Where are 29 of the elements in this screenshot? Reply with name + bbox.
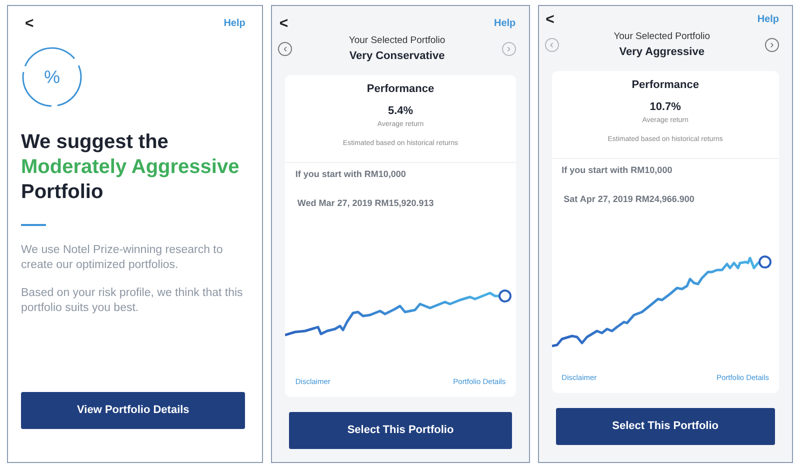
previous-button[interactable]: ‹ (278, 42, 292, 56)
start-amount-text: If you start with RM10,000 (560, 164, 674, 177)
back-button[interactable]: < (275, 16, 292, 30)
percent-badge: % (21, 46, 83, 108)
subtitle-text: Your Selected Portfolio (348, 34, 446, 48)
help-link[interactable]: Help (224, 16, 246, 30)
back-button[interactable]: < (542, 12, 558, 26)
performance-title: Performance (630, 78, 700, 93)
heading-text: Moderately Aggressive (21, 155, 240, 180)
body-text: We use Notel Prize-winning research to create our optimized portfolios. (21, 243, 224, 273)
next-button[interactable]: › (765, 38, 779, 52)
help-link[interactable]: Help (494, 16, 516, 30)
heading-text: Portfolio (21, 180, 104, 205)
heading-text: We suggest the (21, 130, 170, 155)
return-value: 10.7% (648, 100, 682, 116)
body-text: Based on your risk profile, we think that this portfolio suits you best. (21, 286, 244, 316)
performance-title: Performance (366, 82, 436, 97)
return-value: 5.4% (386, 104, 414, 120)
select-portfolio-button[interactable]: Select This Portfolio (556, 408, 775, 445)
portfolio-name: Very Conservative (348, 49, 446, 64)
select-portfolio-button[interactable]: Select This Portfolio (289, 412, 512, 449)
back-button[interactable]: < (21, 16, 38, 30)
help-link[interactable]: Help (757, 12, 779, 26)
portfolio-name: Very Aggressive (618, 45, 706, 60)
subtitle-text: Your Selected Portfolio (614, 30, 710, 44)
view-details-button[interactable]: View Portfolio Details (21, 392, 246, 429)
value-reading: Sat Apr 27, 2019 RM24,966.900 (562, 193, 696, 206)
start-amount-text: If you start with RM10,000 (294, 168, 407, 181)
value-reading: Wed Mar 27, 2019 RM15,920.913 (296, 197, 435, 210)
